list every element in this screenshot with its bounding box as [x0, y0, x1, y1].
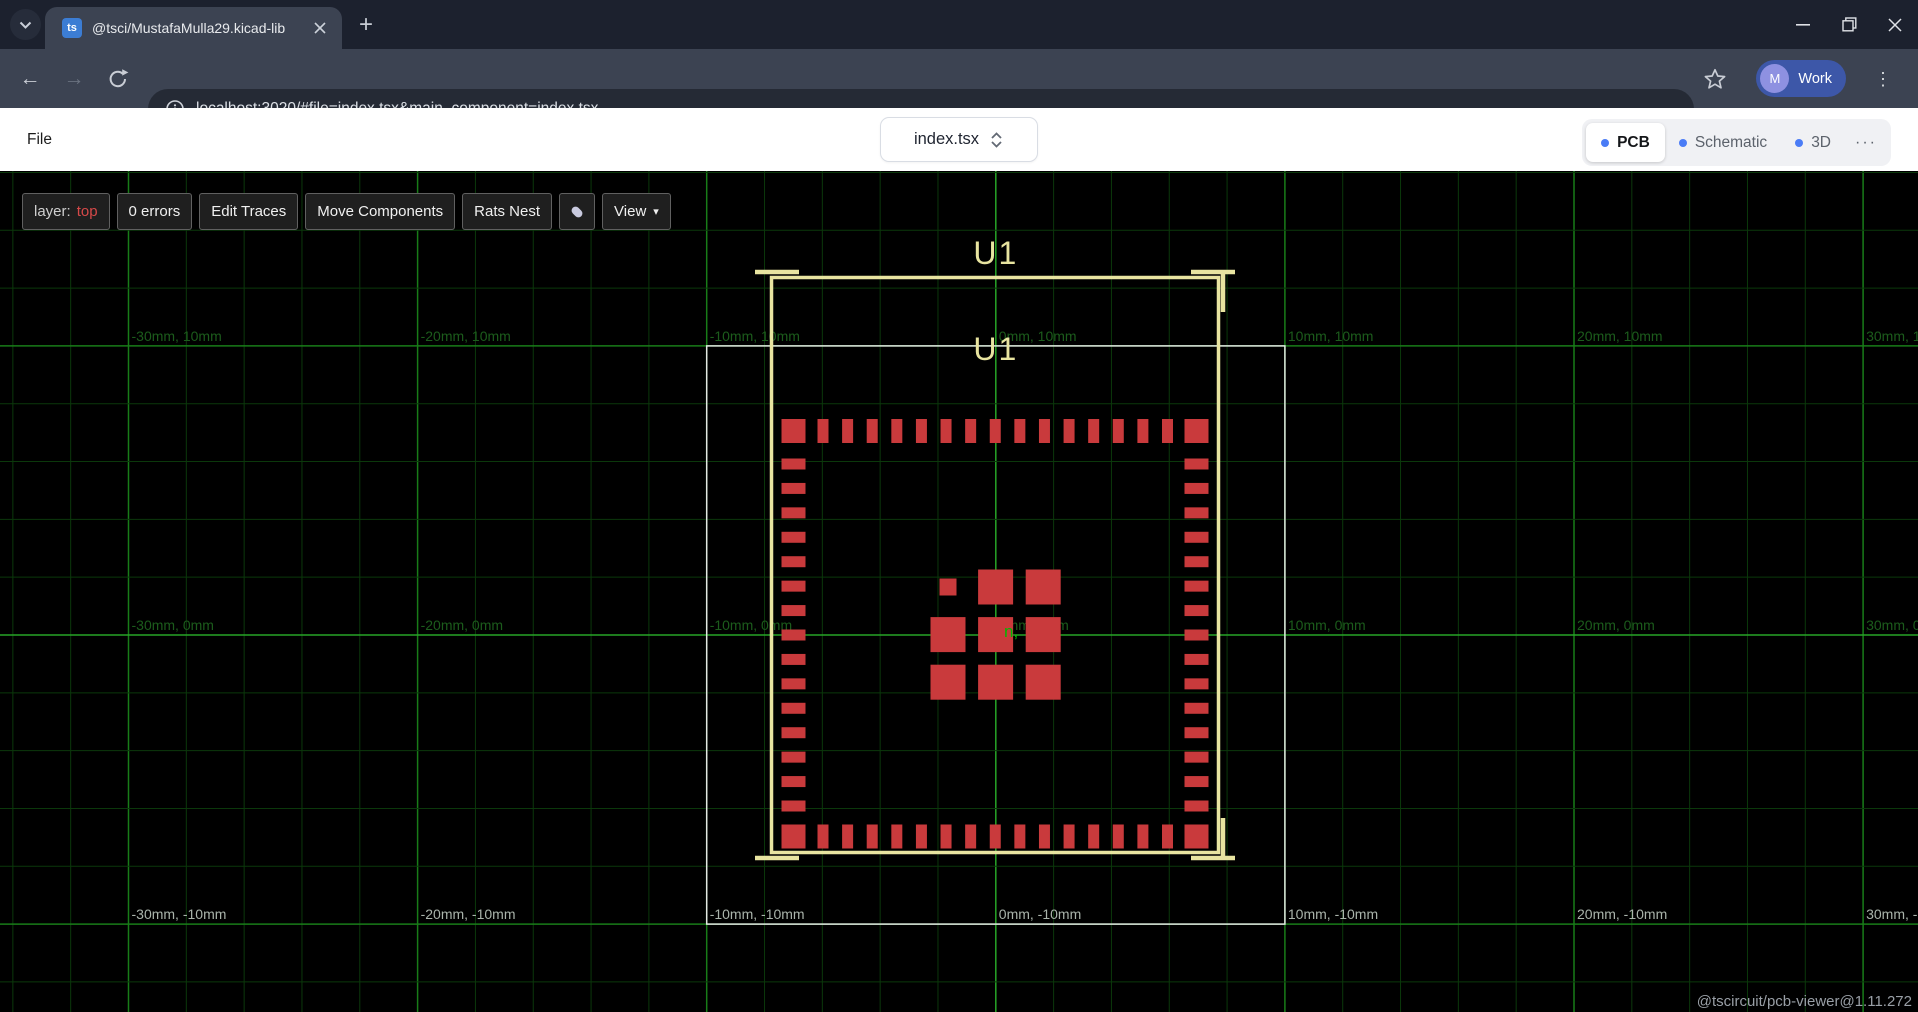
svg-text:10mm, -10mm: 10mm, -10mm — [1288, 906, 1378, 922]
pencil-icon — [570, 204, 584, 218]
move-components-button[interactable]: Move Components — [305, 193, 455, 230]
avatar: M — [1760, 64, 1789, 93]
view-switcher: PCB Schematic 3D ··· — [1582, 119, 1891, 166]
browser-menu-icon[interactable]: ⋮ — [1866, 62, 1900, 96]
pcb-canvas[interactable]: -30mm, 10mm-20mm, 10mm-10mm, 10mm0mm, 10… — [0, 171, 1918, 1012]
layer-value: top — [77, 203, 98, 220]
app-header: File index.tsx PCB Schematic 3D ··· — [0, 108, 1918, 171]
restore-button[interactable] — [1826, 0, 1872, 49]
browser-profile-chip[interactable]: M Work — [1756, 60, 1846, 97]
rats-nest-button[interactable]: Rats Nest — [462, 193, 552, 230]
svg-text:30mm, 0mm: 30mm, 0mm — [1866, 617, 1918, 633]
svg-text:20mm, 0mm: 20mm, 0mm — [1577, 617, 1655, 633]
svg-text:-20mm, -10mm: -20mm, -10mm — [421, 906, 516, 922]
layer-label: layer: — [34, 203, 71, 220]
back-button[interactable]: ← — [13, 62, 47, 96]
tab-schematic[interactable]: Schematic — [1665, 123, 1781, 162]
forward-button[interactable]: → — [57, 62, 91, 96]
restore-icon — [1842, 17, 1857, 32]
svg-text:30mm, 10mm: 30mm, 10mm — [1866, 328, 1918, 344]
reload-button[interactable] — [101, 62, 135, 96]
tab-close-icon[interactable] — [310, 18, 330, 38]
pcb-svg: -30mm, 10mm-20mm, 10mm-10mm, 10mm0mm, 10… — [0, 171, 1918, 1012]
chevrons-up-down-icon — [989, 131, 1004, 149]
browser-tab[interactable]: ts @tsci/MustafaMulla29.kicad-lib — [45, 7, 342, 49]
pcb-toolbar: layer: top 0 errors Edit Traces Move Com… — [22, 193, 671, 230]
tab-search-button[interactable] — [10, 9, 41, 40]
version-label: @tscircuit/pcb-viewer@1.11.272 — [1697, 993, 1912, 1010]
minimize-button[interactable] — [1780, 0, 1826, 49]
3d-dot-icon — [1795, 139, 1803, 147]
new-tab-button[interactable]: + — [352, 11, 380, 39]
tab-3d[interactable]: 3D — [1781, 123, 1845, 162]
close-icon — [1888, 18, 1902, 32]
close-button[interactable] — [1872, 0, 1918, 49]
file-select[interactable]: index.tsx — [880, 117, 1038, 162]
more-views-icon[interactable]: ··· — [1845, 134, 1887, 152]
minimize-icon — [1796, 24, 1810, 26]
svg-text:10mm, 10mm: 10mm, 10mm — [1288, 328, 1374, 344]
svg-text:-10mm, 10mm: -10mm, 10mm — [710, 328, 800, 344]
errors-button[interactable]: 0 errors — [117, 193, 193, 230]
svg-text:-10mm, -10mm: -10mm, -10mm — [710, 906, 805, 922]
svg-text:-20mm, 0mm: -20mm, 0mm — [421, 617, 503, 633]
svg-text:U1: U1 — [973, 235, 1018, 271]
file-select-value: index.tsx — [914, 130, 979, 149]
window-controls — [1780, 0, 1918, 49]
svg-text:0mm, -10mm: 0mm, -10mm — [999, 906, 1081, 922]
pcb-dot-icon — [1601, 139, 1609, 147]
file-menu[interactable]: File — [27, 131, 52, 149]
profile-name: Work — [1798, 71, 1832, 87]
caret-down-icon: ▾ — [653, 205, 659, 218]
svg-text:-10mm, 0mm: -10mm, 0mm — [710, 617, 792, 633]
svg-text:10mm, 0mm: 10mm, 0mm — [1288, 617, 1366, 633]
svg-text:-20mm, 10mm: -20mm, 10mm — [421, 328, 511, 344]
view-menu-button[interactable]: View ▾ — [602, 193, 671, 230]
reload-icon — [106, 67, 130, 91]
layer-button[interactable]: layer: top — [22, 193, 110, 230]
tab-title: @tsci/MustafaMulla29.kicad-lib — [92, 20, 310, 36]
svg-text:20mm, -10mm: 20mm, -10mm — [1577, 906, 1667, 922]
svg-text:U1: U1 — [973, 331, 1018, 367]
chevron-down-icon — [10, 9, 41, 40]
svg-text:-30mm, 0mm: -30mm, 0mm — [132, 617, 214, 633]
svg-text:n,: n, — [1004, 622, 1018, 641]
tab-pcb[interactable]: PCB — [1586, 123, 1665, 162]
svg-text:-30mm, 10mm: -30mm, 10mm — [132, 328, 222, 344]
browser-tab-bar: ts @tsci/MustafaMulla29.kicad-lib + — [0, 0, 1918, 49]
svg-text:20mm, 10mm: 20mm, 10mm — [1577, 328, 1663, 344]
edit-traces-button[interactable]: Edit Traces — [199, 193, 298, 230]
edit-pencil-button[interactable] — [559, 193, 595, 230]
svg-text:30mm, -10mm: 30mm, -10mm — [1866, 906, 1918, 922]
svg-text:-30mm, -10mm: -30mm, -10mm — [132, 906, 227, 922]
typescript-favicon: ts — [62, 18, 82, 38]
browser-url-row: ← → localhost:3020/#file=index.tsx&main_… — [0, 49, 1918, 108]
bookmark-star-icon[interactable] — [1698, 62, 1732, 96]
schematic-dot-icon — [1679, 139, 1687, 147]
